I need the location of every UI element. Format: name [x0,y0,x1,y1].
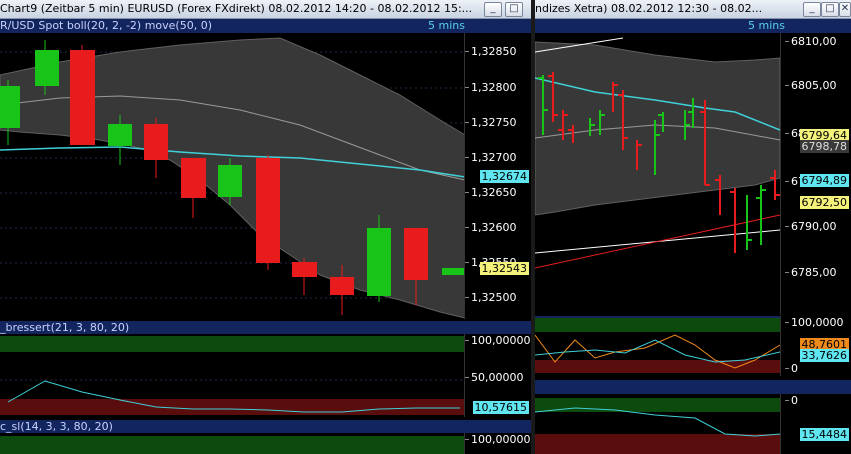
right-price-axis[interactable]: 6810,00 6805,00 6800,00 6795,00 6790,00 … [780,33,851,315]
price-tick: 1,32850 [465,45,531,58]
right-ind2-header [535,380,851,394]
ind2-value-tag: 15,4484 [799,428,849,441]
price-tick: 6790,00 [785,220,851,233]
ind2-green-zone [0,436,465,454]
middle-band-tag: 6798,78 [799,140,849,153]
right-bollinger-band [535,41,781,216]
ind2-tick: 0 [785,394,851,407]
price-tick: 1,32650 [465,186,531,199]
price-tick: 1,32700 [465,151,531,164]
ind1-red-zone [0,399,465,415]
ind1-header: _bressert(21, 3, 80, 20) [0,321,531,334]
ind1-tick: 0 [785,362,851,375]
ind2-axis[interactable]: 100,00000 [464,433,531,454]
price-tick: 1,32600 [465,221,531,234]
ind1-axis[interactable]: 100,00000 50,00000 10,57615 [464,334,531,417]
right-ind1-red-zone [535,360,780,373]
price-tick: 6785,00 [785,266,851,279]
ma-value-tag: 1,32674 [479,170,529,183]
price-tick: 6805,00 [785,79,851,92]
left-price-axis[interactable]: 1,32850 1,32800 1,32750 1,32700 1,32650 … [464,33,531,318]
ind1-value-tag-b: 33,7626 [799,349,849,362]
ind1-tick: 100,00000 [465,334,531,347]
price-tick: 1,32800 [465,81,531,94]
right-ind1-axis[interactable]: 100,0000 48,7601 33,7626 0 [780,316,851,376]
price-tick: 1,32750 [465,116,531,129]
ind1-tick: 100,0000 [785,316,851,329]
price-tick: 1,32500 [465,291,531,304]
price-tick: 6810,00 [785,35,851,48]
last-price-tag: 1,32543 [479,262,529,275]
right-ind1-green-zone [535,318,780,332]
ind1-tick: 50,00000 [465,371,531,384]
ind2-header: c_sl(14, 3, 3, 80, 20) [0,420,531,433]
ind1-value-tag: 10,57615 [472,401,529,414]
ma-value-tag: 6794,89 [799,174,849,187]
right-ind2-line [535,407,781,437]
right-ind2-axis[interactable]: 0 15,4484 [780,394,851,454]
ind1-green-zone [0,336,465,352]
left-chart-window: Chart9 (Zeitbar 5 min) EURUSD (Forex FXd… [0,0,531,454]
last-price-tag: 6792,50 [799,196,849,209]
left-chart-svg [0,37,466,454]
right-chart-window: ndizes Xetra) 08.02.2012 12:30 - 08.02..… [535,0,851,454]
right-ind2-red-zone [535,434,780,454]
ind2-tick: 100,00000 [465,433,531,446]
right-trend-red [535,214,781,269]
right-ind2-green-zone [535,398,780,412]
